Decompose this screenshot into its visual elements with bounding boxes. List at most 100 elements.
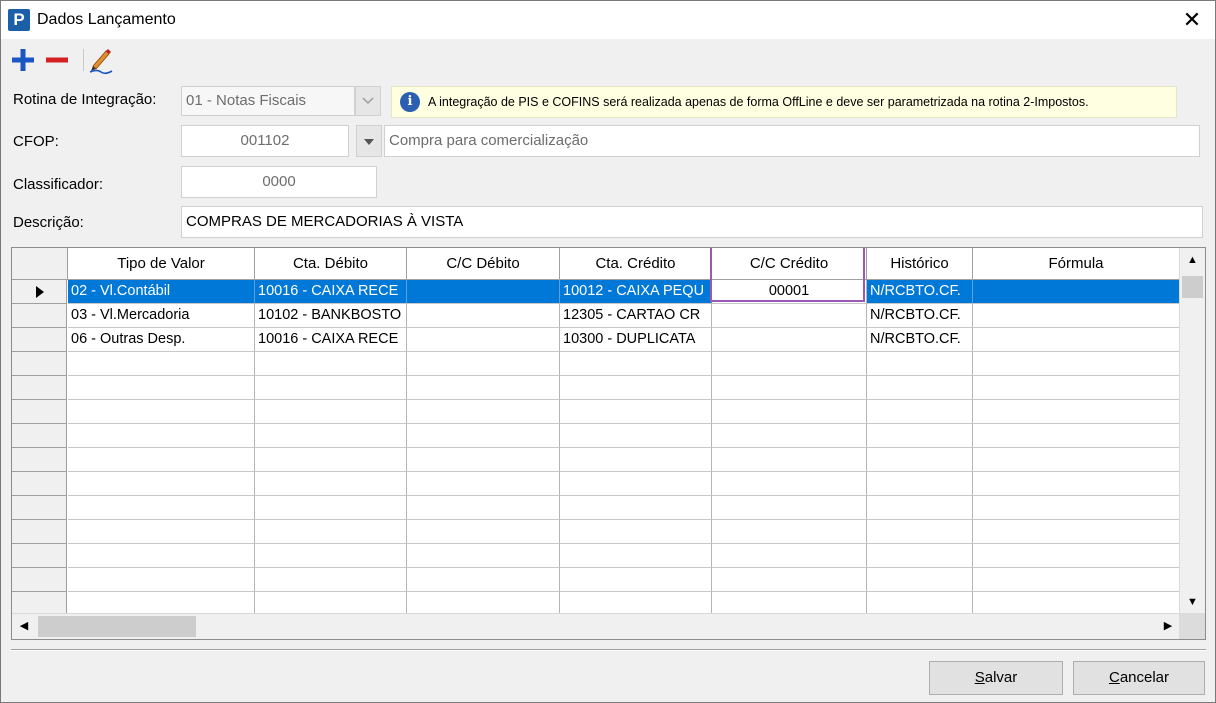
cell-tipo-valor[interactable] (68, 424, 255, 448)
add-button[interactable] (9, 45, 37, 75)
cell-cc-credito[interactable] (712, 400, 867, 424)
cell-formula[interactable] (973, 424, 1180, 448)
cell-historico[interactable] (867, 568, 973, 592)
cell-tipo-valor[interactable]: 02 - Vl.Contábil (68, 280, 255, 304)
cancel-button[interactable]: Cancelar (1073, 661, 1205, 695)
cell-historico[interactable] (867, 400, 973, 424)
vertical-scrollbar[interactable]: ▲ ▼ (1179, 248, 1205, 614)
row-indicator[interactable] (12, 304, 67, 328)
rotina-select[interactable]: 01 - Notas Fiscais (181, 86, 355, 116)
cell-cc-debito[interactable] (407, 448, 560, 472)
table-row[interactable] (12, 448, 1180, 472)
cell-formula[interactable] (973, 400, 1180, 424)
table-row[interactable] (12, 352, 1180, 376)
cell-tipo-valor[interactable] (68, 472, 255, 496)
cell-tipo-valor[interactable] (68, 520, 255, 544)
cell-cta-debito[interactable]: 10016 - CAIXA RECE (255, 280, 407, 304)
cell-cta-credito[interactable]: 10300 - DUPLICATA (560, 328, 712, 352)
cell-cc-credito[interactable] (712, 568, 867, 592)
cell-cc-credito[interactable] (712, 520, 867, 544)
cell-cc-debito[interactable] (407, 496, 560, 520)
col-header-tipo-valor[interactable]: Tipo de Valor (68, 248, 255, 279)
cell-cc-debito[interactable] (407, 424, 560, 448)
horizontal-scrollbar[interactable]: ◀ ▶ (12, 613, 1180, 639)
table-row[interactable] (12, 376, 1180, 400)
cell-cc-credito[interactable] (712, 496, 867, 520)
table-row[interactable] (12, 424, 1180, 448)
cell-cc-credito[interactable] (712, 448, 867, 472)
cell-historico[interactable] (867, 472, 973, 496)
cell-tipo-valor[interactable] (68, 352, 255, 376)
scroll-down-arrow-icon[interactable]: ▼ (1180, 590, 1205, 614)
cell-cta-debito[interactable]: 10102 - BANKBOSTO (255, 304, 407, 328)
cell-tipo-valor[interactable]: 06 - Outras Desp. (68, 328, 255, 352)
cell-historico[interactable] (867, 496, 973, 520)
cell-cta-debito[interactable] (255, 496, 407, 520)
row-indicator[interactable] (12, 496, 67, 520)
cell-cta-debito[interactable] (255, 424, 407, 448)
cell-cta-debito[interactable] (255, 448, 407, 472)
cell-cc-credito[interactable] (712, 376, 867, 400)
cell-historico[interactable] (867, 376, 973, 400)
close-button[interactable]: ✕ (1169, 1, 1215, 39)
title-bar[interactable]: P Dados Lançamento ✕ (1, 1, 1215, 39)
cell-cta-credito[interactable] (560, 472, 712, 496)
cell-historico[interactable] (867, 352, 973, 376)
cell-historico[interactable]: N/RCBTO.CF. (867, 328, 973, 352)
vertical-scroll-thumb[interactable] (1182, 276, 1203, 298)
cell-formula[interactable] (973, 448, 1180, 472)
cell-cta-debito[interactable] (255, 376, 407, 400)
remove-button[interactable] (43, 45, 71, 75)
cell-cta-credito[interactable] (560, 376, 712, 400)
cell-historico[interactable] (867, 520, 973, 544)
cell-formula[interactable] (973, 304, 1180, 328)
cell-tipo-valor[interactable] (68, 376, 255, 400)
cell-formula[interactable] (973, 328, 1180, 352)
scroll-left-arrow-icon[interactable]: ◀ (12, 614, 36, 639)
cell-cc-credito[interactable] (712, 472, 867, 496)
cell-cc-credito[interactable]: 00001 (712, 280, 867, 304)
table-row[interactable] (12, 400, 1180, 424)
cell-tipo-valor[interactable]: 03 - Vl.Mercadoria (68, 304, 255, 328)
table-row[interactable]: 02 - Vl.Contábil 10016 - CAIXA RECE 10012 … (12, 280, 1180, 304)
cell-tipo-valor[interactable] (68, 400, 255, 424)
cell-cc-debito[interactable] (407, 376, 560, 400)
scroll-right-arrow-icon[interactable]: ▶ (1156, 614, 1180, 639)
cell-cc-debito[interactable] (407, 352, 560, 376)
cell-cc-debito[interactable] (407, 544, 560, 568)
lancamentos-grid[interactable]: Tipo de Valor Cta. Débito C/C Débito Cta… (11, 247, 1206, 640)
cell-cc-credito[interactable] (712, 328, 867, 352)
cell-cc-credito[interactable] (712, 544, 867, 568)
cell-cta-debito[interactable] (255, 472, 407, 496)
col-header-cc-debito[interactable]: C/C Débito (407, 248, 560, 279)
table-row[interactable] (12, 544, 1180, 568)
row-indicator[interactable] (12, 472, 67, 496)
cell-tipo-valor[interactable] (68, 568, 255, 592)
cell-cta-debito[interactable] (255, 352, 407, 376)
cell-cc-debito[interactable] (407, 568, 560, 592)
cell-formula[interactable] (973, 352, 1180, 376)
table-row[interactable]: 03 - Vl.Mercadoria 10102 - BANKBOSTO 12305… (12, 304, 1180, 328)
row-indicator[interactable] (12, 328, 67, 352)
cfop-description-field[interactable]: Compra para comercialização (384, 125, 1200, 157)
cfop-code-field[interactable]: 001102 (181, 125, 349, 157)
row-indicator[interactable] (12, 544, 67, 568)
cell-cta-credito[interactable]: 10012 - CAIXA PEQU (560, 280, 712, 304)
cell-cta-credito[interactable] (560, 520, 712, 544)
col-header-cta-debito[interactable]: Cta. Débito (255, 248, 407, 279)
cell-cta-credito[interactable] (560, 448, 712, 472)
row-indicator[interactable] (12, 568, 67, 592)
col-header-cta-credito[interactable]: Cta. Crédito (560, 248, 712, 279)
cell-formula[interactable] (973, 520, 1180, 544)
cell-cta-credito[interactable] (560, 352, 712, 376)
cell-formula[interactable] (973, 496, 1180, 520)
horizontal-scroll-thumb[interactable] (38, 616, 196, 637)
row-indicator[interactable] (12, 376, 67, 400)
cell-historico[interactable] (867, 424, 973, 448)
cell-formula[interactable] (973, 568, 1180, 592)
cell-cta-credito[interactable] (560, 496, 712, 520)
cfop-dropdown-button[interactable] (356, 125, 382, 157)
row-indicator[interactable] (12, 448, 67, 472)
edit-button[interactable] (87, 45, 115, 75)
cell-cc-debito[interactable] (407, 520, 560, 544)
